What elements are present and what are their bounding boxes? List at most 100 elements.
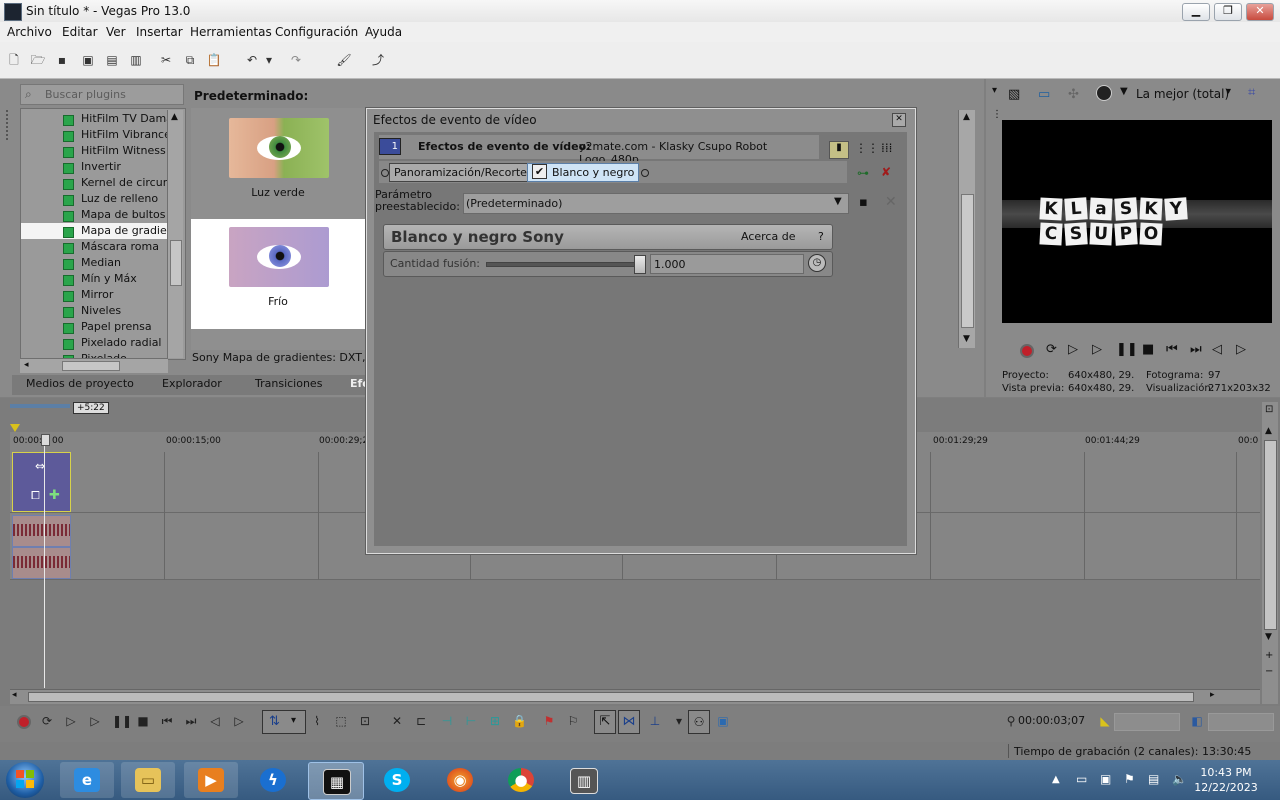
quality-dropdown-arrow[interactable]: ▼ (1120, 86, 1128, 97)
timeline-vscroll-thumb[interactable] (1264, 440, 1277, 630)
playhead-handle[interactable] (41, 434, 50, 446)
volume-muted-icon[interactable]: 🔈 (1172, 772, 1187, 786)
menu-ver[interactable]: Ver (106, 25, 126, 39)
envelope-tool-icon[interactable]: ⌇ (310, 714, 324, 728)
preset-scrollbar[interactable]: ▲ ▼ (958, 110, 975, 348)
plugin-list-item[interactable]: Mín y Máx (21, 271, 171, 287)
timeline-vscrollbar[interactable]: ⊡ ▲ ▼ + − (1262, 402, 1278, 704)
record-icon[interactable] (1020, 344, 1034, 358)
ripple-dropdown-icon[interactable]: ▾ (672, 714, 686, 728)
save-as-icon[interactable]: ▣ (80, 52, 96, 68)
dialog-close-button[interactable]: ✕ (892, 113, 906, 127)
insert-marker-icon[interactable]: ⚑ (542, 714, 556, 728)
taskbar-firefox[interactable]: ◉ (433, 762, 487, 798)
scroll-down-icon[interactable]: ▼ (963, 334, 970, 344)
menu-herramientas[interactable]: Herramientas (190, 25, 272, 39)
tab-medios-de-proyecto[interactable]: Medios de proyecto (26, 377, 134, 390)
plugin-list-scrollbar[interactable]: ▲ (167, 110, 183, 358)
fx-icon[interactable]: ✣ (1068, 87, 1079, 102)
split-icon[interactable]: ⊞ (488, 714, 502, 728)
loop-icon[interactable]: ⟳ (40, 714, 54, 728)
zoom-in-icon[interactable]: + (1265, 650, 1273, 661)
lock-envelopes-icon[interactable]: ⚇ (688, 710, 710, 734)
preset-frio[interactable]: Frío (191, 219, 365, 329)
view-list-icon[interactable]: ⋮⋮ (855, 141, 879, 155)
delete-icon[interactable]: ✕ (390, 714, 404, 728)
external-monitor-icon[interactable]: ▭ (1038, 87, 1050, 102)
redo-icon[interactable]: ↷ (288, 52, 304, 68)
next-frame-icon[interactable]: ▷ (232, 714, 246, 728)
minimize-button[interactable]: ▁ (1182, 3, 1210, 21)
undo-dropdown-icon[interactable]: ▾ (264, 52, 274, 68)
taskbar-internet-explorer[interactable]: e (60, 762, 114, 798)
timeline-hscroll-thumb[interactable] (28, 692, 1194, 702)
audio-event-clip[interactable] (12, 515, 71, 547)
plugin-list-item[interactable]: Niveles (21, 303, 171, 319)
split-screen-icon[interactable] (1096, 85, 1112, 101)
zoom-out-icon[interactable]: − (1265, 666, 1273, 677)
edit-tool-select[interactable]: ⇅ ▾ (262, 710, 306, 734)
taskbar-movie-maker[interactable]: ▥ (556, 762, 610, 798)
plugin-list-item[interactable]: HitFilm Witness Pr (21, 143, 171, 159)
timecode-display[interactable]: 00:00:03;07 (1018, 714, 1085, 727)
plugin-list-item[interactable]: Papel prensa (21, 319, 171, 335)
event-fx-icon[interactable]: ✚ (49, 488, 60, 503)
tray-network-icon[interactable]: ▣ (1100, 772, 1111, 786)
prev-frame-icon[interactable]: ◁ (208, 714, 222, 728)
tray-app-icon[interactable]: ▭ (1076, 772, 1087, 786)
open-folder-icon[interactable]: 🗁 (30, 52, 46, 68)
undo-icon[interactable]: ↶ (244, 52, 260, 68)
stop-icon[interactable]: ■ (136, 714, 150, 728)
plugin-list-item[interactable]: Kernel de circunvo (21, 175, 171, 191)
paste-icon[interactable]: 📋 (206, 52, 222, 68)
plugin-bypass-checkbox[interactable]: ✔ (532, 164, 547, 179)
brush-icon[interactable]: 🖌 (336, 52, 352, 68)
param-slider-track[interactable] (486, 262, 642, 267)
playhead-cursor[interactable] (44, 436, 45, 688)
menu-archivo[interactable]: Archivo (7, 25, 52, 39)
plugin-hscrollbar[interactable]: ◂ (20, 358, 168, 373)
render-icon[interactable]: ▤ (104, 52, 120, 68)
plugin-list-item[interactable]: Mapa de gradient (21, 223, 171, 239)
taskbar-vegas-pro[interactable]: ▦ (308, 762, 364, 800)
ripple-edit-icon[interactable]: ⊥ (648, 714, 662, 728)
delete-preset-icon[interactable]: ✕ (885, 194, 897, 210)
chain-item-panoramizacion[interactable]: Panoramización/Recorte (389, 163, 532, 182)
trim-end-icon[interactable]: ⊢ (464, 714, 478, 728)
view-grid-icon[interactable]: ⁞⁞⁞ (881, 141, 892, 155)
copy-icon[interactable]: ⧉ (182, 52, 198, 68)
selection-start-field[interactable] (1114, 713, 1180, 731)
plugin-list-item[interactable]: Mirror (21, 287, 171, 303)
taskbar-explorer[interactable]: ▭ (121, 762, 175, 798)
preview-quality-select[interactable]: La mejor (total) (1136, 87, 1229, 101)
taskbar-skype[interactable]: S (370, 762, 424, 798)
whats-this-icon[interactable]: ⤴ (370, 52, 386, 68)
cut-icon[interactable]: ✂ (158, 52, 174, 68)
selection-tool-icon[interactable]: ⬚ (334, 714, 348, 728)
play-from-start-icon[interactable]: ▷ (1068, 342, 1078, 357)
auto-crossfade-icon[interactable]: ⋈ (618, 710, 640, 734)
next-frame-icon[interactable]: ▷ (1236, 342, 1246, 357)
param-slider-thumb[interactable] (634, 255, 646, 274)
scroll-up-icon[interactable]: ▲ (171, 112, 178, 122)
save-preset-icon[interactable]: ▪ (859, 195, 868, 210)
plugin-scroll-thumb[interactable] (170, 240, 182, 286)
pause-icon[interactable]: ❚❚ (1116, 342, 1138, 357)
panel-grip[interactable]: ⋮ (992, 109, 1002, 120)
preset-select[interactable]: (Predeterminado) ▼ (463, 193, 849, 214)
menu-insertar[interactable]: Insertar (136, 25, 183, 39)
snapping-icon[interactable]: ⇱ (594, 710, 616, 734)
pin-icon[interactable]: ▾ (992, 85, 997, 96)
action-center-flag-icon[interactable]: ⚑ (1124, 772, 1135, 786)
loop-region-bar[interactable] (10, 404, 70, 408)
plugin-chain-add-icon[interactable]: ⊶ (857, 166, 869, 180)
grid-overlay-icon[interactable]: ⌗ (1248, 85, 1255, 100)
lock-icon[interactable]: 🔒 (512, 714, 527, 728)
about-button[interactable]: Acerca de (741, 230, 795, 243)
scroll-up-icon[interactable]: ▲ (1265, 426, 1272, 436)
start-button[interactable] (6, 762, 44, 798)
play-icon[interactable]: ▷ (88, 714, 102, 728)
panel-grip[interactable] (6, 110, 14, 140)
plugin-search-input[interactable]: ⌕ Buscar plugins (20, 84, 184, 105)
stop-icon[interactable]: ■ (1142, 342, 1154, 357)
